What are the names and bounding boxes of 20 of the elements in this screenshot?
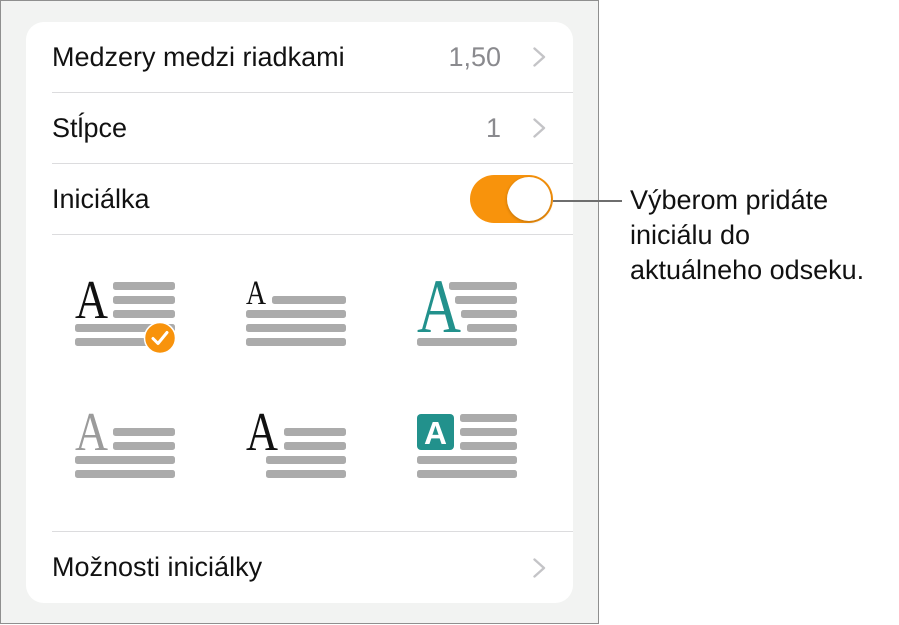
toggle-switch[interactable]	[470, 175, 553, 223]
settings-row[interactable]: Medzery medzi riadkami 1,50	[52, 22, 573, 93]
drop-cap-style-option[interactable]: A	[416, 413, 518, 487]
settings-row[interactable]: Možnosti iniciálky	[52, 531, 573, 603]
row-label: Iniciálka	[52, 182, 150, 216]
chevron-icon	[533, 118, 546, 138]
row-value: 1	[486, 112, 501, 144]
chevron-icon	[533, 47, 546, 67]
row-value: 1,50	[448, 40, 501, 74]
chevron-icon	[533, 558, 546, 578]
settings-row[interactable]: Stĺpce 1	[52, 93, 573, 164]
text-lines-icon	[416, 414, 516, 478]
text-lines-icon	[416, 282, 516, 346]
checkmark-icon	[143, 322, 176, 354]
callout-text: Výberom pridáte iniciálu do aktuálneho odseku.	[630, 184, 866, 287]
drop-cap-style-option[interactable]: A	[74, 281, 176, 355]
drop-cap-style-option[interactable]: A	[246, 281, 348, 355]
drop-cap-style-option[interactable]: A	[416, 281, 518, 355]
drop-cap-style-option[interactable]: A	[246, 413, 348, 487]
leader-line	[553, 200, 622, 202]
